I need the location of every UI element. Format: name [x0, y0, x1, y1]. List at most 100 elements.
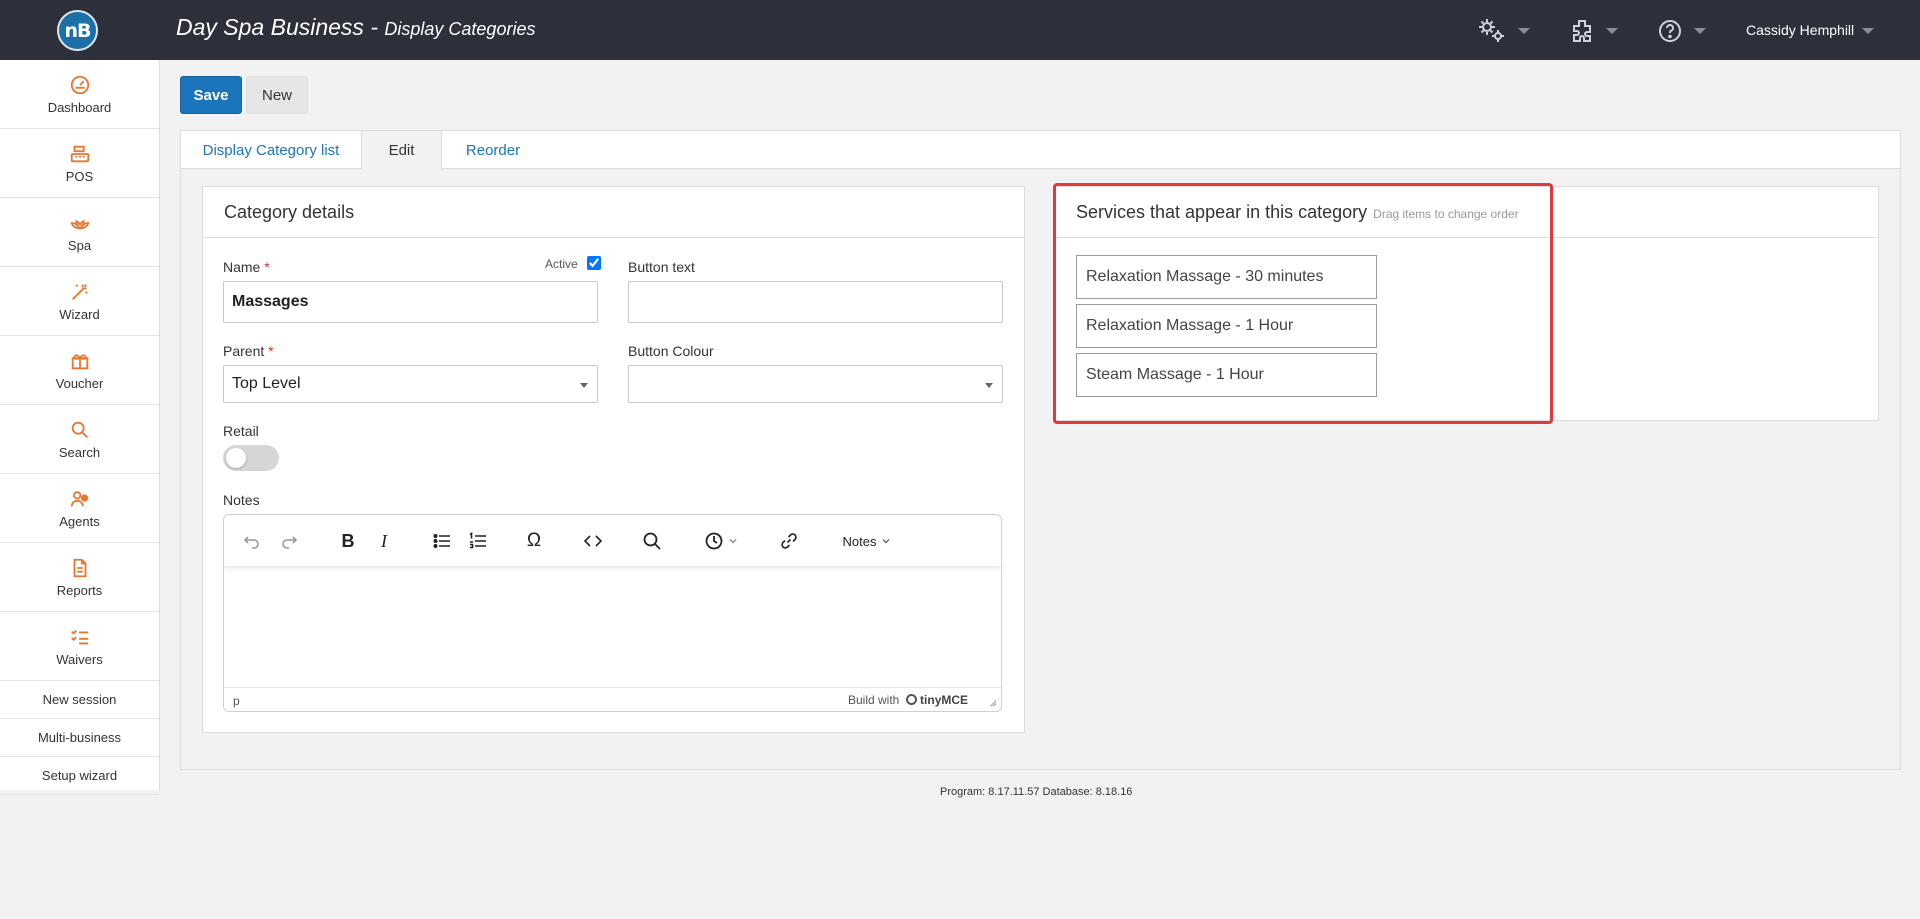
branding-brand: tinyMCE [920, 693, 969, 707]
notes-editor: B I Ω Notes p Build with tinyMCE [223, 514, 1002, 712]
user-menu[interactable]: Cassidy Hemphill [1746, 22, 1854, 38]
bold-button[interactable]: B [335, 528, 361, 554]
sidebar-item-pos[interactable]: POS [0, 129, 159, 198]
styles-dropdown[interactable]: Notes [836, 528, 898, 554]
chevron-down-icon [729, 539, 737, 544]
sidebar-item-search[interactable]: Search [0, 405, 159, 474]
name-label: Name * [223, 259, 270, 275]
parent-label-text: Parent [223, 343, 265, 359]
search-icon [643, 532, 661, 550]
clock-icon [705, 532, 723, 550]
required-mark: * [264, 259, 270, 275]
button-text-label: Button text [628, 259, 695, 275]
bold-icon: B [341, 530, 355, 551]
caret-down-icon [580, 383, 588, 388]
numbered-list-button[interactable] [465, 528, 491, 554]
active-checkbox[interactable] [587, 256, 601, 270]
omega-icon: Ω [526, 530, 542, 551]
tab-reorder[interactable]: Reorder [443, 131, 543, 169]
button-colour-select[interactable] [628, 365, 1003, 403]
source-code-button[interactable] [580, 528, 606, 554]
notes-label: Notes [223, 492, 260, 508]
sidebar-link-multi-business[interactable]: Multi-business [0, 719, 159, 757]
services-title: Services that appear in this category [1076, 201, 1368, 222]
chevron-down-icon [882, 539, 890, 544]
italic-button[interactable]: I [371, 528, 397, 554]
help-menu[interactable] [1658, 18, 1706, 44]
italic-icon: I [381, 530, 387, 551]
styles-dropdown-label: Notes [842, 533, 877, 549]
sidebar-item-dashboard[interactable]: Dashboard [0, 60, 159, 129]
sidebar-item-label: Reports [56, 582, 103, 598]
save-button[interactable]: Save [180, 76, 242, 114]
chevron-down-icon[interactable] [1862, 28, 1874, 34]
code-icon [583, 535, 603, 547]
special-character-button[interactable]: Ω [521, 528, 547, 554]
gears-icon [1479, 19, 1504, 42]
sidebar-item-spa[interactable]: Spa [0, 198, 159, 267]
page-title: Day Spa Business - Display Categories [176, 14, 535, 41]
button-text-input[interactable] [628, 281, 1003, 323]
report-document-icon [73, 558, 86, 577]
element-path[interactable]: p [233, 694, 240, 708]
plugins-menu[interactable] [1570, 18, 1618, 44]
parent-select-value: Top Level [232, 375, 301, 392]
sidebar-item-agents[interactable]: Agents [0, 474, 159, 543]
redo-icon [282, 536, 298, 549]
sidebar-item-label: Dashboard [47, 99, 112, 115]
editor-status-bar: p Build with tinyMCE [224, 687, 1001, 711]
editor-content-area[interactable] [224, 568, 1001, 688]
service-item[interactable]: Steam Massage - 1 Hour [1076, 353, 1377, 397]
new-button[interactable]: New [246, 76, 308, 114]
logo-text: nB [64, 19, 91, 42]
magic-wand-icon [71, 283, 88, 300]
sidebar-link-setup-wizard[interactable]: Setup wizard [0, 757, 159, 795]
sidebar-item-label: POS [65, 168, 94, 184]
service-item[interactable]: Relaxation Massage - 1 Hour [1076, 304, 1377, 348]
tab-edit[interactable]: Edit [361, 131, 442, 170]
insert-link-button[interactable] [776, 528, 802, 554]
settings-menu[interactable] [1478, 18, 1530, 44]
sidebar-item-waivers[interactable]: Waivers [0, 612, 159, 681]
checklist-icon [70, 629, 88, 644]
cash-register-icon [70, 145, 89, 162]
services-hint: Drag items to change order [1373, 207, 1519, 221]
search-icon [71, 421, 88, 438]
content-panel: Display Category list Edit Reorder Categ… [180, 130, 1901, 770]
editor-branding[interactable]: Build with tinyMCE [848, 693, 968, 707]
tinymce-logo-icon [905, 694, 917, 705]
sidebar-link-new-session[interactable]: New session [0, 681, 159, 719]
sidebar-item-reports[interactable]: Reports [0, 543, 159, 612]
insert-datetime-button[interactable] [698, 528, 744, 554]
link-icon [781, 533, 797, 549]
name-input[interactable]: Massages [223, 281, 598, 323]
tab-bar: Display Category list Edit Reorder [181, 131, 1900, 170]
sidebar-item-label: Waivers [56, 651, 103, 667]
service-item[interactable]: Relaxation Massage - 30 minutes [1076, 255, 1377, 299]
sidebar-item-label: Spa [67, 237, 92, 253]
sidebar-item-voucher[interactable]: Voucher [0, 336, 159, 405]
card-title: Category details [203, 187, 1024, 238]
chevron-down-icon [1694, 28, 1706, 34]
sidebar-item-wizard[interactable]: Wizard [0, 267, 159, 336]
page-subtitle: Display Categories [384, 19, 536, 39]
parent-select[interactable]: Top Level [223, 365, 598, 403]
redo-button[interactable] [276, 528, 302, 554]
sidebar-item-label: Agents [59, 513, 100, 529]
undo-button[interactable] [239, 528, 265, 554]
version-info: Program: 8.17.11.57 Database: 8.18.16 [940, 786, 1133, 798]
resize-handle-icon[interactable] [988, 698, 997, 707]
toggle-knob [226, 448, 246, 468]
button-colour-label: Button Colour [628, 343, 714, 359]
puzzle-icon [1573, 20, 1591, 42]
title-separator: - [363, 14, 385, 40]
sidebar-item-label: Wizard [59, 306, 100, 322]
sidebar-item-label: Search [58, 444, 101, 460]
numbered-list-icon [469, 532, 486, 549]
app-logo[interactable]: nB [57, 10, 98, 51]
caret-down-icon [985, 383, 993, 388]
bullet-list-button[interactable] [429, 528, 455, 554]
retail-toggle[interactable] [223, 445, 279, 471]
tab-display-category-list[interactable]: Display Category list [181, 131, 361, 169]
find-replace-button[interactable] [639, 528, 665, 554]
